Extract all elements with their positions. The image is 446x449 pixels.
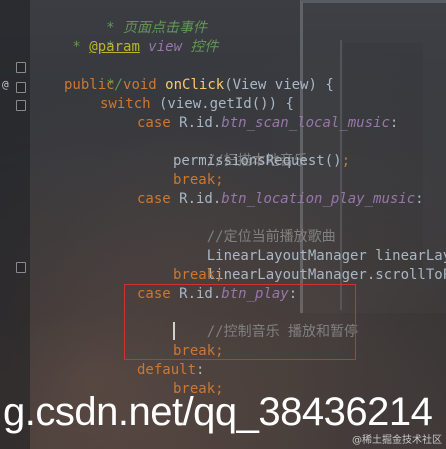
fold-icon[interactable] (16, 262, 26, 273)
rid-prefix: R.id. (170, 191, 222, 207)
keyword-break: break (173, 172, 216, 188)
code-line-15[interactable]: break; (173, 266, 224, 285)
keyword-switch: switch (100, 96, 151, 112)
switch-expression: (view.getId()) { (150, 96, 294, 112)
method-call: permissionsRequest() (173, 153, 342, 169)
semicolon: ; (341, 153, 351, 169)
semicolon: ; (215, 172, 224, 188)
code-editor[interactable]: @ * 页面点击事件 * * @param view 控件 */ public … (0, 0, 446, 449)
keyword-public: public (64, 77, 115, 93)
case-colon: : (196, 362, 205, 378)
juejin-credit: @稀土掘金技术社区 (352, 435, 442, 446)
method-name-onclick: onClick (165, 77, 225, 93)
param-name: view (139, 39, 183, 55)
semicolon: ; (215, 267, 224, 283)
keyword-void: void (123, 77, 157, 93)
case-colon: : (415, 191, 424, 207)
code-line-13[interactable]: LinearLayoutManager linearLayou (173, 228, 446, 264)
statement-text: linearLayoutManager.scrollToPos (206, 267, 446, 283)
code-line-12[interactable]: //定位当前播放歌曲 (173, 209, 336, 245)
keyword-case: case (137, 191, 171, 207)
code-line-7[interactable]: case R.id.btn_scan_local_music: (137, 114, 398, 133)
override-marker-icon[interactable]: @ (2, 79, 9, 91)
code-line-20[interactable]: default: (137, 361, 204, 380)
field-btn-location-play-music: btn_location_play_music (221, 191, 416, 207)
code-line-9[interactable]: permissionsRequest(); (173, 152, 350, 171)
param-annotation: @param (89, 39, 140, 55)
code-line-1[interactable]: * 页面点击事件 (64, 0, 207, 36)
code-line-8[interactable]: //扫描本地音乐 (173, 133, 308, 169)
keyword-case: case (137, 115, 171, 131)
code-line-10[interactable]: break; (173, 171, 224, 190)
code-line-11[interactable]: case R.id.btn_location_play_music: (137, 190, 424, 209)
watermark-url: g.csdn.net/qq_38436214 (3, 390, 433, 434)
fold-icon[interactable] (16, 82, 26, 93)
keyword-default: default (137, 362, 197, 378)
code-line-2[interactable]: * (64, 19, 114, 55)
code-line-14[interactable]: linearLayoutManager.scrollToPos (173, 247, 446, 283)
code-line-5[interactable]: public void onClick(View view) { (64, 76, 334, 95)
field-btn-scan-local-music: btn_scan_local_music (221, 115, 390, 131)
case-colon: : (389, 115, 399, 131)
code-line-4[interactable]: */ (64, 57, 123, 93)
rid-prefix: R.id. (170, 115, 222, 131)
annotation-highlight-box (124, 284, 356, 360)
fold-icon[interactable] (16, 100, 26, 111)
keyword-break: break (173, 267, 216, 283)
param-description: 控件 (182, 39, 219, 55)
doc-comment-prefix: * (64, 39, 90, 55)
fold-icon[interactable] (16, 62, 26, 73)
code-line-3[interactable]: * @param view 控件 (64, 38, 218, 57)
code-line-6[interactable]: switch (view.getId()) { (100, 95, 294, 114)
method-signature: (View view) { (224, 77, 334, 93)
